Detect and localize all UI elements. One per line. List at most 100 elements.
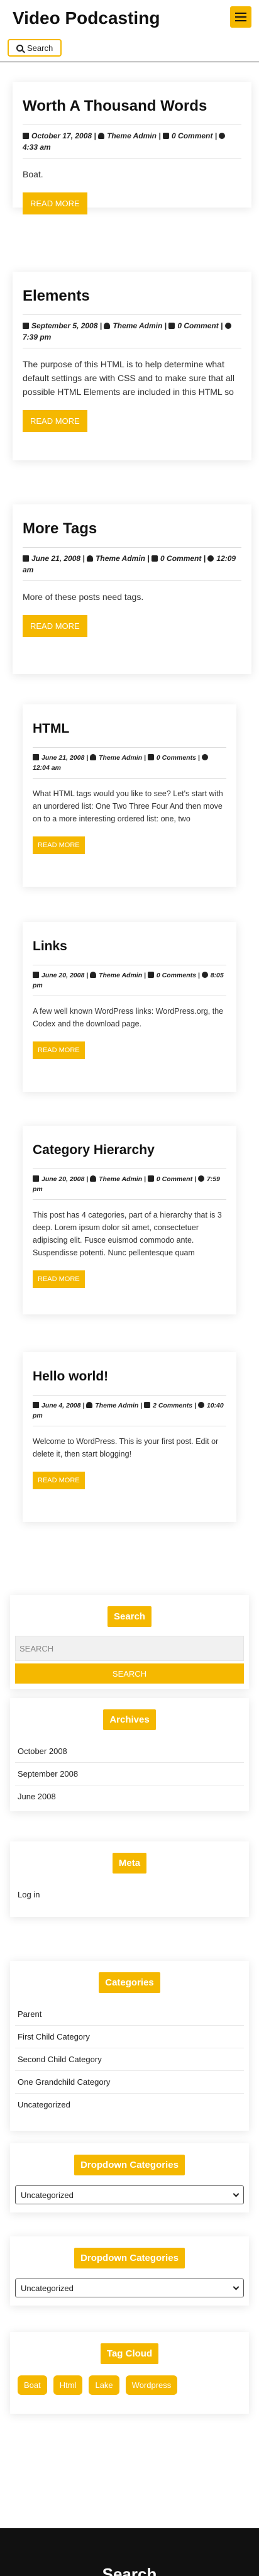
- clock-icon: [224, 323, 231, 329]
- post-comments[interactable]: 0 Comment: [177, 321, 218, 330]
- post-meta: September 5, 2008 | Theme Admin | 0 Comm…: [23, 314, 241, 348]
- clock-icon: [207, 555, 214, 562]
- read-more-button[interactable]: READ MORE: [33, 836, 85, 854]
- post-comments[interactable]: 0 Comments: [157, 754, 196, 762]
- post-author[interactable]: Theme Admin: [107, 131, 157, 140]
- header-search-label: Search: [27, 43, 53, 53]
- post-excerpt: What HTML tags would you like to see? Le…: [33, 789, 223, 823]
- menu-toggle-button[interactable]: [230, 6, 251, 28]
- post-date[interactable]: June 21, 2008: [31, 554, 80, 563]
- calendar-icon: [33, 1402, 39, 1408]
- clock-icon: [197, 1402, 204, 1408]
- post-date[interactable]: September 5, 2008: [31, 321, 97, 330]
- clock-icon: [197, 1175, 204, 1182]
- category-select-value: Uncategorized: [21, 2283, 74, 2293]
- post-card: More Tags June 21, 2008 | Theme Admin | …: [13, 504, 251, 674]
- dropdown-categories-widget: Dropdown Categories Uncategorized: [10, 2143, 249, 2212]
- category-select[interactable]: Uncategorized: [15, 2185, 244, 2204]
- post-date[interactable]: October 17, 2008: [31, 131, 92, 140]
- post-excerpt: More of these posts need tags.: [23, 592, 144, 602]
- user-icon: [98, 133, 105, 139]
- hamburger-icon: [235, 13, 246, 14]
- archive-link[interactable]: June 2008: [15, 1785, 244, 1807]
- post-meta: June 21, 2008 | Theme Admin | 0 Comment …: [23, 547, 241, 581]
- header-search-button[interactable]: Search: [8, 39, 62, 57]
- chevron-down-icon: [233, 2190, 240, 2197]
- post-title[interactable]: Links: [33, 937, 226, 956]
- post-comments[interactable]: 0 Comments: [157, 972, 196, 979]
- category-link[interactable]: First Child Category: [15, 2026, 244, 2048]
- post-title[interactable]: Elements: [23, 287, 241, 306]
- post-date[interactable]: June 20, 2008: [41, 1175, 84, 1183]
- post-comments[interactable]: 0 Comment: [172, 131, 212, 140]
- post-comments[interactable]: 0 Comment: [157, 1175, 192, 1183]
- tag-list: Boat Html Lake Wordpress: [15, 2375, 244, 2395]
- post-time: 7:39 pm: [23, 333, 52, 341]
- read-more-button[interactable]: READ MORE: [33, 1270, 85, 1288]
- read-more-button[interactable]: READ MORE: [23, 410, 87, 432]
- post-title[interactable]: Hello world!: [33, 1367, 226, 1386]
- tag-link[interactable]: Wordpress: [125, 2375, 178, 2395]
- tag-link[interactable]: Lake: [89, 2375, 119, 2395]
- archive-link[interactable]: September 2008: [15, 1763, 244, 1785]
- archives-widget: Archives October 2008 September 2008 Jun…: [10, 1698, 249, 1811]
- post-author[interactable]: Theme Admin: [99, 754, 142, 762]
- post-title[interactable]: Category Hierarchy: [33, 1141, 226, 1160]
- read-more-button[interactable]: READ MORE: [33, 1472, 85, 1489]
- read-more-button[interactable]: READ MORE: [23, 192, 87, 214]
- post-author[interactable]: Theme Admin: [99, 972, 142, 979]
- tag-link[interactable]: Html: [53, 2375, 83, 2395]
- widget-title: Meta: [112, 1853, 147, 1874]
- widget-title: Search: [107, 1606, 152, 1627]
- calendar-icon: [33, 1175, 39, 1182]
- hamburger-icon: [235, 16, 246, 18]
- post-card: Elements September 5, 2008 | Theme Admin…: [13, 272, 251, 460]
- post-card: Category Hierarchy June 20, 2008 | Theme…: [23, 1126, 236, 1314]
- post-card: Links June 20, 2008 | Theme Admin | 0 Co…: [23, 922, 236, 1092]
- post-author[interactable]: Theme Admin: [113, 321, 162, 330]
- search-icon: [16, 44, 23, 52]
- calendar-icon: [23, 555, 29, 562]
- category-select[interactable]: Uncategorized: [15, 2279, 244, 2297]
- archives-list: October 2008 September 2008 June 2008: [15, 1740, 244, 1807]
- post-title[interactable]: HTML: [33, 719, 226, 738]
- comment-icon: [152, 555, 158, 562]
- category-link[interactable]: One Grandchild Category: [15, 2071, 244, 2094]
- archive-link[interactable]: October 2008: [15, 1740, 244, 1763]
- dropdown-categories-widget: Dropdown Categories Uncategorized: [10, 2236, 249, 2306]
- post-comments[interactable]: 2 Comments: [153, 1402, 192, 1409]
- search-submit-button[interactable]: SEARCH: [15, 1663, 244, 1684]
- clock-icon: [201, 972, 208, 978]
- post-comments[interactable]: 0 Comment: [160, 554, 201, 563]
- post-date[interactable]: June 21, 2008: [41, 754, 84, 762]
- post-date[interactable]: June 4, 2008: [41, 1402, 80, 1409]
- read-more-button[interactable]: READ MORE: [23, 615, 87, 637]
- site-title[interactable]: Video Podcasting: [13, 8, 246, 29]
- post-author[interactable]: Theme Admin: [99, 1175, 142, 1183]
- widget-title: Categories: [99, 1972, 160, 1993]
- footer-title: Search: [102, 2565, 157, 2576]
- widget-title: Dropdown Categories: [74, 2155, 185, 2175]
- post-author[interactable]: Theme Admin: [96, 554, 145, 563]
- category-link[interactable]: Second Child Category: [15, 2048, 244, 2071]
- comment-icon: [163, 133, 170, 139]
- search-input[interactable]: SEARCH: [15, 1636, 244, 1661]
- post-title[interactable]: More Tags: [23, 519, 241, 538]
- calendar-icon: [23, 133, 29, 139]
- calendar-icon: [23, 323, 29, 329]
- tag-cloud-widget: Tag Cloud Boat Html Lake Wordpress: [10, 2332, 249, 2414]
- login-link[interactable]: Log in: [15, 1884, 244, 1906]
- post-meta: October 17, 2008 | Theme Admin | 0 Comme…: [23, 125, 241, 158]
- post-card: Hello world! June 4, 2008 | Theme Admin …: [23, 1352, 236, 1522]
- comment-icon: [147, 1175, 154, 1182]
- post-title[interactable]: Worth A Thousand Words: [23, 97, 241, 116]
- post-date[interactable]: June 20, 2008: [41, 972, 84, 979]
- comment-icon: [168, 323, 175, 329]
- tag-link[interactable]: Boat: [18, 2375, 47, 2395]
- read-more-button[interactable]: READ MORE: [33, 1041, 85, 1059]
- hamburger-icon: [235, 20, 246, 21]
- category-link[interactable]: Parent: [15, 2003, 244, 2026]
- post-author[interactable]: Theme Admin: [95, 1402, 138, 1409]
- category-link[interactable]: Uncategorized: [15, 2094, 244, 2116]
- post-excerpt: The purpose of this HTML is to help dete…: [23, 359, 234, 397]
